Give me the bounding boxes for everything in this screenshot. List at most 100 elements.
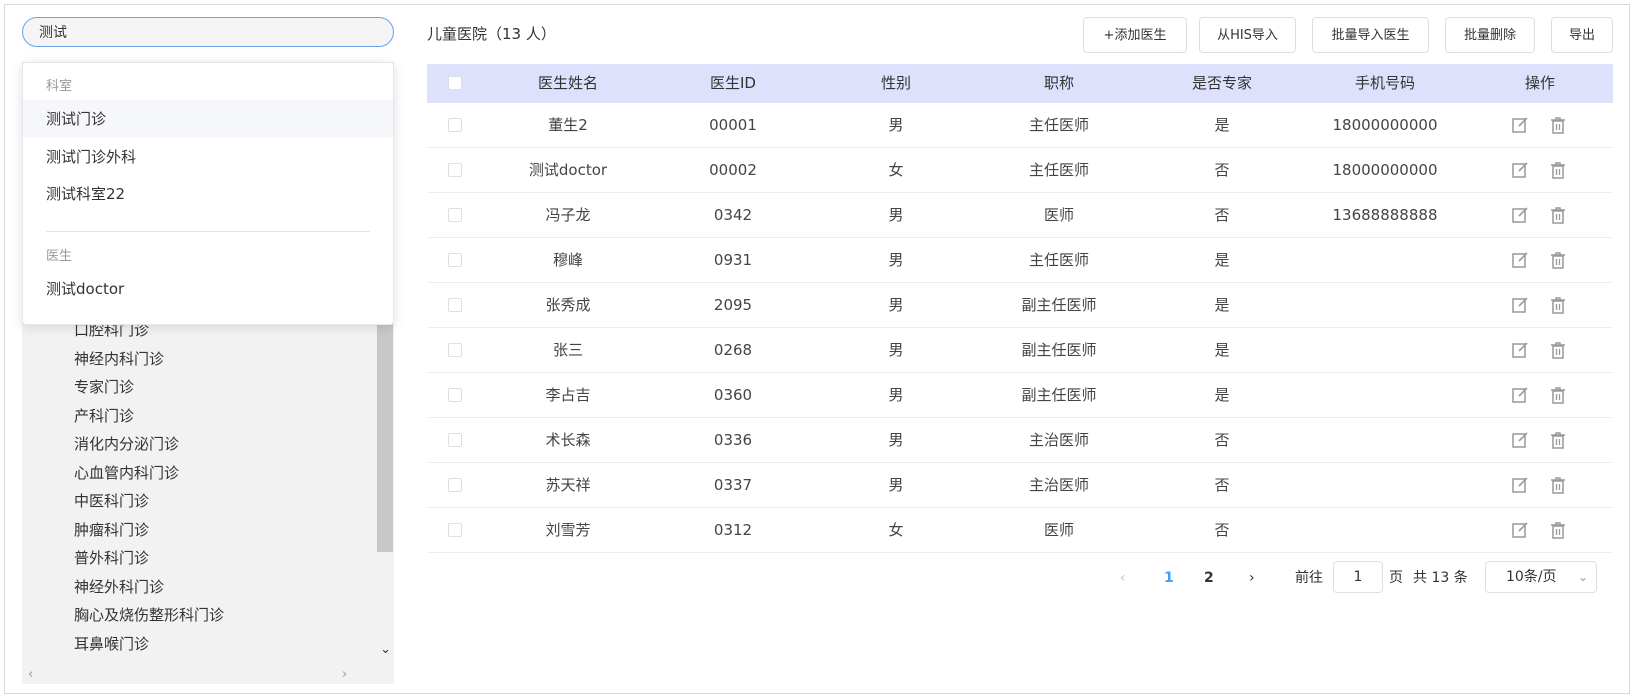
row-checkbox[interactable] [448, 478, 462, 492]
page-size-value: 10条/页 [1506, 569, 1557, 585]
tree-item[interactable]: 肿瘤科门诊 [74, 518, 149, 542]
column-header-title: 职称 [1043, 74, 1075, 92]
edit-icon[interactable] [1510, 160, 1530, 180]
table-row[interactable]: 术长森 0336 男 主治医师 否 [427, 418, 1613, 463]
edit-icon[interactable] [1510, 115, 1530, 135]
tree-item[interactable]: 普外科门诊 [74, 546, 149, 570]
table-row[interactable]: 董生2 00001 男 主任医师 是 18000000000 [427, 103, 1613, 148]
trash-icon[interactable] [1548, 250, 1568, 270]
cell-expert: 是 [1214, 296, 1230, 314]
cell-id: 2095 [713, 296, 753, 314]
table-row[interactable]: 冯子龙 0342 男 医师 否 13688888888 [427, 193, 1613, 238]
column-header-actions: 操作 [1524, 74, 1556, 92]
tree-horizontal-scrollbar[interactable]: ‹ › [22, 666, 394, 684]
row-checkbox[interactable] [448, 118, 462, 132]
tree-item[interactable]: 耳鼻喉门诊 [74, 632, 149, 656]
table-row[interactable]: 张秀成 2095 男 副主任医师 是 [427, 283, 1613, 328]
goto-page-input[interactable] [1333, 561, 1383, 593]
next-page-icon[interactable]: › [1249, 566, 1255, 590]
edit-icon[interactable] [1510, 430, 1530, 450]
cell-id: 0931 [713, 251, 753, 269]
cell-id: 0268 [713, 341, 753, 359]
scrollbar-thumb[interactable] [377, 312, 393, 552]
row-checkbox[interactable] [448, 523, 462, 537]
batch-delete-button[interactable]: 批量删除 [1445, 17, 1535, 53]
cell-phone: 18000000000 [1332, 161, 1438, 179]
suggestion-doctor[interactable]: 测试doctor [23, 270, 393, 308]
cell-title: 医师 [1043, 206, 1075, 224]
search-suggestions-dropdown: 科室 测试门诊 测试门诊外科 测试科室22 医生 测试doctor [22, 62, 394, 325]
add-doctor-button[interactable]: +添加医生 [1083, 17, 1187, 53]
tree-item[interactable]: 心血管内科门诊 [74, 461, 179, 485]
trash-icon[interactable] [1548, 115, 1568, 135]
search-input[interactable] [22, 17, 394, 47]
scroll-right-icon[interactable]: › [342, 666, 347, 684]
edit-icon[interactable] [1510, 385, 1530, 405]
trash-icon[interactable] [1548, 475, 1568, 495]
tree-item[interactable]: 产科门诊 [74, 404, 134, 428]
edit-icon[interactable] [1510, 475, 1530, 495]
trash-icon[interactable] [1548, 520, 1568, 540]
page-number-current[interactable]: 1 [1164, 566, 1174, 590]
trash-icon[interactable] [1548, 385, 1568, 405]
prev-page-icon[interactable]: ‹ [1120, 566, 1126, 590]
edit-icon[interactable] [1510, 295, 1530, 315]
cell-id: 0342 [713, 206, 753, 224]
suggestion-department[interactable]: 测试科室22 [23, 175, 393, 213]
edit-icon[interactable] [1510, 520, 1530, 540]
tree-item[interactable]: 消化内分泌门诊 [74, 432, 179, 456]
edit-icon[interactable] [1510, 205, 1530, 225]
row-checkbox[interactable] [448, 163, 462, 177]
cell-name: 刘雪芳 [545, 521, 591, 539]
page-size-select[interactable]: 10条/页 ⌄ [1485, 561, 1597, 593]
tree-item[interactable]: 专家门诊 [74, 375, 134, 399]
import-his-button[interactable]: 从HIS导入 [1199, 17, 1296, 53]
cell-gender: 男 [888, 206, 904, 224]
export-button[interactable]: 导出 [1551, 17, 1613, 53]
trash-icon[interactable] [1548, 340, 1568, 360]
edit-icon[interactable] [1510, 250, 1530, 270]
row-checkbox[interactable] [448, 253, 462, 267]
table-row[interactable]: 苏天祥 0337 男 主治医师 否 [427, 463, 1613, 508]
batch-import-button[interactable]: 批量导入医生 [1312, 17, 1429, 53]
row-checkbox[interactable] [448, 388, 462, 402]
row-checkbox[interactable] [448, 298, 462, 312]
trash-icon[interactable] [1548, 160, 1568, 180]
cell-gender: 女 [888, 521, 904, 539]
page-number[interactable]: 2 [1204, 566, 1214, 590]
chevron-down-icon: ⌄ [1577, 570, 1588, 584]
cell-phone: 18000000000 [1332, 116, 1438, 134]
tree-item[interactable]: 中医科门诊 [74, 489, 149, 513]
row-checkbox[interactable] [448, 433, 462, 447]
suggestion-department[interactable]: 测试门诊外科 [23, 138, 393, 176]
cell-gender: 女 [888, 161, 904, 179]
tree-item[interactable]: 神经内科门诊 [74, 347, 164, 371]
goto-suffix: 页 [1389, 570, 1403, 586]
trash-icon[interactable] [1548, 295, 1568, 315]
column-header-phone: 手机号码 [1354, 74, 1416, 92]
cell-title: 医师 [1043, 521, 1075, 539]
total-count: 共 13 条 [1413, 570, 1468, 586]
select-all-checkbox[interactable] [448, 76, 462, 90]
table-row[interactable]: 测试doctor 00002 女 主任医师 否 18000000000 [427, 148, 1613, 193]
row-checkbox[interactable] [448, 208, 462, 222]
trash-icon[interactable] [1548, 205, 1568, 225]
tree-item[interactable]: 胸心及烧伤整形科门诊 [74, 603, 224, 627]
edit-icon[interactable] [1510, 340, 1530, 360]
row-checkbox[interactable] [448, 343, 462, 357]
table-row[interactable]: 张三 0268 男 副主任医师 是 [427, 328, 1613, 373]
dropdown-divider [46, 231, 370, 232]
scroll-down-icon[interactable]: ⌄ [380, 642, 391, 657]
cell-name: 董生2 [548, 116, 588, 134]
tree-item[interactable]: 神经外科门诊 [74, 575, 164, 599]
cell-gender: 男 [888, 116, 904, 134]
suggestion-department[interactable]: 测试门诊 [23, 100, 393, 138]
table-row[interactable]: 穆峰 0931 男 主任医师 是 [427, 238, 1613, 283]
table-row[interactable]: 刘雪芳 0312 女 医师 否 [427, 508, 1613, 553]
cell-expert: 是 [1214, 341, 1230, 359]
table-row[interactable]: 李占吉 0360 男 副主任医师 是 [427, 373, 1613, 418]
cell-title: 副主任医师 [1021, 386, 1097, 404]
scroll-left-icon[interactable]: ‹ [28, 666, 33, 684]
trash-icon[interactable] [1548, 430, 1568, 450]
cell-gender: 男 [888, 341, 904, 359]
